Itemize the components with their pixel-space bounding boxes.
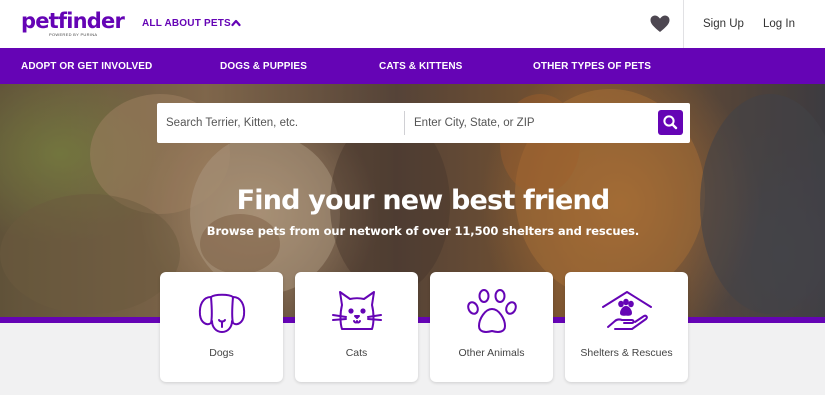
cat-icon [332,291,382,330]
logo-text: petfinder [21,9,125,33]
category-card-shelters[interactable]: Shelters & Rescues [565,272,688,382]
location-search-input[interactable] [405,103,655,143]
category-label-shelters: Shelters & Rescues [580,347,673,359]
category-label-dogs: Dogs [209,347,234,359]
heart-icon[interactable] [650,15,670,33]
chevron-up-icon[interactable] [231,18,241,28]
nav-item-adopt[interactable]: ADOPT OR GET INVOLVED [21,61,152,72]
all-about-pets-menu[interactable]: ALL ABOUT PETS [142,18,231,29]
category-card-cats[interactable]: Cats [295,272,418,382]
paw-icon [467,289,517,333]
log-in-link[interactable]: Log In [763,18,795,30]
nav-item-cats-kittens[interactable]: CATS & KITTENS [379,61,462,72]
animal-search-input[interactable] [157,103,404,143]
search-icon [663,115,678,130]
category-label-cats: Cats [345,347,368,359]
nav-item-dogs-puppies[interactable]: DOGS & PUPPIES [220,61,307,72]
category-card-other-animals[interactable]: Other Animals [430,272,553,382]
dog-icon [198,293,246,333]
search-button[interactable] [658,110,683,135]
nav-item-other-pets[interactable]: OTHER TYPES OF PETS [533,61,651,72]
category-label-other-animals: Other Animals [458,347,525,359]
hero-subheadline: Browse pets from our network of over 11,… [206,224,640,238]
sign-up-link[interactable]: Sign Up [703,18,744,30]
top-header: petfinder POWERED BY PURINA ALL ABOUT PE… [0,0,825,48]
header-divider [683,0,684,48]
main-nav: ADOPT OR GET INVOLVED DOGS & PUPPIES CAT… [0,48,825,84]
hero-headline: Find your new best friend [236,185,611,216]
petfinder-logo[interactable]: petfinder POWERED BY PURINA [21,9,125,37]
shelter-icon [602,291,652,330]
category-card-dogs[interactable]: Dogs [160,272,283,382]
pet-search-bar [157,103,690,143]
